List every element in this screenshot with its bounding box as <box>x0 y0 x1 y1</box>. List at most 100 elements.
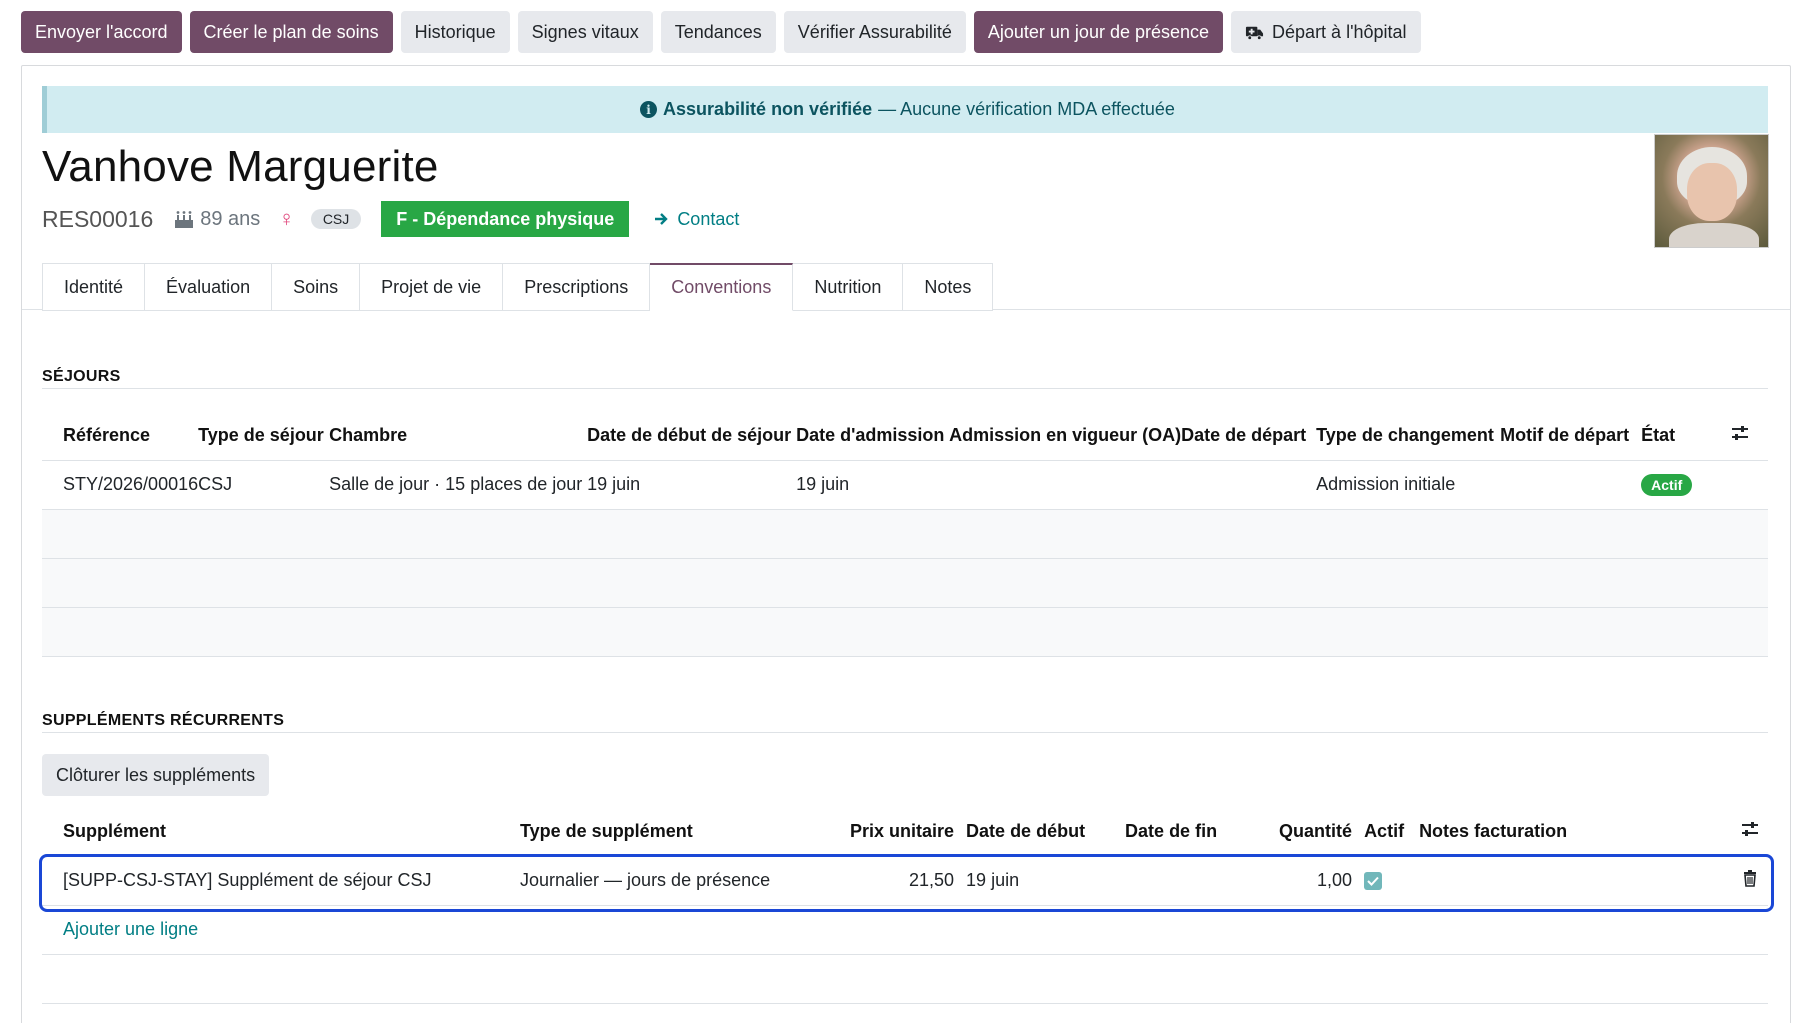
stay-room: Salle de jour · 15 places de jour <box>329 459 588 509</box>
send-agreement-label: Envoyer l'accord <box>35 21 168 42</box>
send-agreement-button[interactable]: Envoyer l'accord <box>21 11 182 53</box>
resident-age-text: 89 ans <box>200 207 261 230</box>
col-active[interactable]: Actif <box>1352 807 1419 856</box>
birthday-cake-icon <box>175 211 194 228</box>
empty-row <box>42 953 1768 1004</box>
supplements-section-title: SUPPLÉMENTS RÉCURRENTS <box>42 712 285 729</box>
stay-oa <box>949 459 1182 509</box>
resident-name: Vanhove Marguerite <box>42 142 439 191</box>
csj-tag: CSJ <box>310 209 362 229</box>
alert-strong-text: Assurabilité non vérifiée <box>663 99 873 119</box>
stays-section-title: SÉJOURS <box>42 368 121 385</box>
notebook-tabs: Identité Évaluation Soins Projet de vie … <box>22 263 1790 311</box>
status-badge: Actif <box>1641 474 1693 496</box>
tab-identite[interactable]: Identité <box>42 263 146 311</box>
supplement-type: Journalier — jours de présence <box>520 855 850 905</box>
delete-row-button[interactable] <box>1732 855 1768 905</box>
trash-icon <box>1744 869 1757 887</box>
supplement-active-cell <box>1352 855 1420 905</box>
active-checkbox[interactable] <box>1364 872 1383 890</box>
resident-meta: RES00016 89 ans ♀ CSJ F - Dépendance phy… <box>42 201 739 237</box>
col-stay-start[interactable]: Date de début de séjour <box>587 411 796 460</box>
col-quantity[interactable]: Quantité <box>1279 807 1352 856</box>
tab-notes[interactable]: Notes <box>903 263 994 311</box>
tab-soins[interactable]: Soins <box>272 263 361 311</box>
add-line-link[interactable]: Ajouter une ligne <box>63 919 198 939</box>
col-departure-reason[interactable]: Motif de départ <box>1500 411 1641 460</box>
optional-columns-toggle[interactable] <box>1711 411 1768 460</box>
stay-state-cell: Actif <box>1641 459 1712 509</box>
contact-link[interactable]: Contact <box>653 209 739 230</box>
verify-insurability-label: Vérifier Assurabilité <box>797 21 952 42</box>
stay-reference: STY/2026/00016 <box>42 459 199 509</box>
tab-prescriptions[interactable]: Prescriptions <box>503 263 651 311</box>
history-button[interactable]: Historique <box>400 11 510 53</box>
stay-admission: 19 juin <box>796 459 950 509</box>
form-sheet: i Assurabilité non vérifiée — Aucune vér… <box>21 65 1791 1023</box>
hospital-departure-button[interactable]: Départ à l'hôpital <box>1231 11 1421 53</box>
stays-divider <box>42 388 1768 389</box>
dependency-badge: F - Dépendance physique <box>381 201 630 237</box>
supplements-table: Supplément Type de supplément Prix unita… <box>42 807 1768 1004</box>
empty-row <box>42 557 1768 607</box>
verify-insurability-button[interactable]: Vérifier Assurabilité <box>783 11 966 53</box>
hospital-departure-label: Départ à l'hôpital <box>1272 21 1407 42</box>
insurability-alert: i Assurabilité non vérifiée — Aucune vér… <box>42 86 1768 133</box>
stay-start: 19 juin <box>587 459 797 509</box>
empty-row <box>42 508 1768 558</box>
stay-departure-reason <box>1500 459 1642 509</box>
supplement-notes <box>1419 855 1733 905</box>
add-attendance-day-label: Ajouter un jour de présence <box>987 21 1210 42</box>
col-admission-date[interactable]: Date d'admission <box>796 411 949 460</box>
col-stay-type[interactable]: Type de séjour <box>198 411 329 460</box>
alert-text: — Aucune vérification MDA effectuée <box>878 99 1175 119</box>
check-icon <box>1367 876 1379 886</box>
info-icon: i <box>640 101 658 118</box>
create-care-plan-label: Créer le plan de soins <box>203 21 379 42</box>
supplement-name: [SUPP-CSJ-STAY] Supplément de séjour CSJ <box>42 855 520 905</box>
col-end-date[interactable]: Date de fin <box>1125 807 1279 856</box>
vital-signs-label: Signes vitaux <box>531 21 639 42</box>
stay-change-type: Admission initiale <box>1316 459 1501 509</box>
resident-age: 89 ans <box>173 208 260 231</box>
close-supplements-button[interactable]: Clôturer les suppléments <box>42 754 270 796</box>
action-bar: Envoyer l'accord Créer le plan de soins … <box>21 11 1790 53</box>
optional-columns-toggle[interactable] <box>1732 807 1768 856</box>
stay-type: CSJ <box>198 459 330 509</box>
trends-button[interactable]: Tendances <box>660 11 776 53</box>
tab-nutrition[interactable]: Nutrition <box>793 263 904 311</box>
sliders-icon <box>1731 425 1748 440</box>
supplement-end <box>1125 855 1280 905</box>
add-attendance-day-button[interactable]: Ajouter un jour de présence <box>973 11 1224 53</box>
col-unit-price[interactable]: Prix unitaire <box>850 807 954 856</box>
add-line-row: Ajouter une ligne <box>42 904 1768 955</box>
col-admission-oa[interactable]: Admission en vigueur (OA) <box>949 411 1181 460</box>
supplement-quantity: 1,00 <box>1279 855 1353 905</box>
col-state[interactable]: État <box>1641 411 1711 460</box>
table-row[interactable]: STY/2026/00016 CSJ Salle de jour · 15 pl… <box>42 459 1768 509</box>
col-room[interactable]: Chambre <box>329 411 587 460</box>
col-start-date[interactable]: Date de début <box>954 807 1125 856</box>
tab-projet-de-vie[interactable]: Projet de vie <box>360 263 504 311</box>
sliders-icon <box>1742 821 1759 836</box>
col-reference[interactable]: Référence <box>42 411 198 460</box>
create-care-plan-button[interactable]: Créer le plan de soins <box>189 11 393 53</box>
resident-avatar[interactable] <box>1654 134 1769 248</box>
col-departure-date[interactable]: Date de départ <box>1181 411 1316 460</box>
history-label: Historique <box>414 21 496 42</box>
ambulance-icon <box>1245 26 1264 40</box>
tab-conventions[interactable]: Conventions <box>650 263 794 311</box>
table-row[interactable]: [SUPP-CSJ-STAY] Supplément de séjour CSJ… <box>42 855 1768 905</box>
empty-row <box>42 606 1768 657</box>
contact-label: Contact <box>677 208 740 229</box>
col-change-type[interactable]: Type de changement <box>1316 411 1500 460</box>
vital-signs-button[interactable]: Signes vitaux <box>517 11 653 53</box>
tab-evaluation[interactable]: Évaluation <box>145 263 273 311</box>
stays-table: Référence Type de séjour Chambre Date de… <box>42 411 1768 657</box>
female-icon: ♀ <box>278 206 295 231</box>
col-supplement-type[interactable]: Type de supplément <box>520 807 850 856</box>
col-supplement[interactable]: Supplément <box>42 807 520 856</box>
resident-ref: RES00016 <box>42 205 154 232</box>
col-billing-notes[interactable]: Notes facturation <box>1419 807 1732 856</box>
arrow-right-icon <box>655 213 669 225</box>
